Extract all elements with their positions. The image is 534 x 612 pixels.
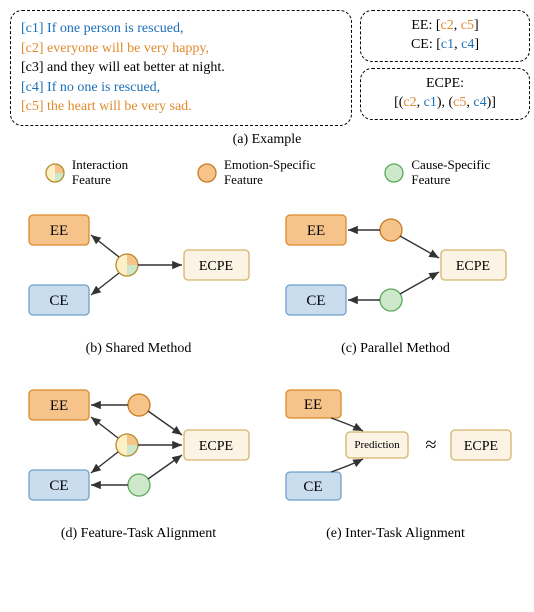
ecpe-label: ECPE	[198, 439, 232, 454]
ecpe-label: ECPE:	[369, 75, 521, 94]
diagram-e: EE CE Prediction ECPE ≈ (e) Inter-Task A…	[267, 375, 524, 552]
interaction-node	[116, 254, 138, 276]
edge-c-ecpe	[400, 272, 439, 294]
clause-2: [c2] everyone will be very happy,	[21, 39, 341, 59]
legend-interaction: InteractionFeature	[44, 158, 128, 188]
ce-label: CE	[49, 293, 68, 309]
edge-i-ee	[91, 235, 119, 257]
example-row: [c1] If one person is rescued, [c2] ever…	[10, 10, 524, 126]
diagram-d-svg: EE CE ECPE	[14, 375, 264, 515]
emotion-feature-icon	[196, 162, 218, 184]
diagram-b: EE CE ECPE (b)	[10, 200, 267, 367]
diagram-e-caption: (e) Inter-Task Alignment	[267, 526, 524, 542]
diagram-c-svg: EE CE ECPE	[271, 200, 521, 330]
ecpe-label: ECPE	[198, 259, 232, 274]
ee-line: EE: [c2, c5]	[369, 17, 521, 36]
ee-label: EE	[306, 223, 324, 239]
ce-label: CE	[303, 479, 322, 495]
edge-c-ecpe	[148, 455, 182, 479]
diagram-e-svg: EE CE Prediction ECPE ≈	[271, 375, 521, 515]
legend: InteractionFeature Emotion-SpecificFeatu…	[10, 158, 524, 188]
clause-3: [c3] and they will eat better at night.	[21, 58, 341, 78]
ce-label: CE	[306, 293, 325, 309]
diagram-b-caption: (b) Shared Method	[10, 341, 267, 357]
edge-i-ee	[91, 417, 118, 438]
interaction-feature-icon	[44, 162, 66, 184]
legend-cause-label: Cause-SpecificFeature	[411, 158, 490, 188]
legend-interaction-label: InteractionFeature	[72, 158, 128, 188]
clause-1: [c1] If one person is rescued,	[21, 19, 341, 39]
ecpe-box: ECPE: [(c2, c1), (c5, c4)]	[360, 68, 530, 120]
emotion-node	[128, 394, 150, 416]
interaction-node	[116, 434, 138, 456]
diagram-d: EE CE ECPE	[10, 375, 267, 552]
ee-ce-box: EE: [c2, c5] CE: [c1, c4]	[360, 10, 530, 62]
edge-e-ecpe	[148, 411, 182, 435]
example-clauses-box: [c1] If one person is rescued, [c2] ever…	[10, 10, 352, 126]
clause-4: [c4] If no one is rescued,	[21, 78, 341, 98]
ce-label: CE	[49, 478, 68, 494]
ecpe-label: ECPE	[455, 259, 489, 274]
prediction-label: Prediction	[354, 439, 400, 451]
legend-emotion: Emotion-SpecificFeature	[196, 158, 316, 188]
diagram-b-svg: EE CE ECPE	[14, 200, 264, 330]
ee-label: EE	[49, 223, 67, 239]
edge-ee-pred	[331, 418, 363, 431]
ecpe-label: ECPE	[463, 439, 497, 454]
legend-cause: Cause-SpecificFeature	[383, 158, 490, 188]
approx-icon: ≈	[425, 434, 436, 456]
ee-label: EE	[49, 398, 67, 414]
cause-node	[380, 289, 402, 311]
ce-line: CE: [c1, c4]	[369, 36, 521, 55]
edge-i-ce	[91, 452, 118, 473]
cause-feature-icon	[383, 162, 405, 184]
example-labels-column: EE: [c2, c5] CE: [c1, c4] ECPE: [(c2, c1…	[360, 10, 530, 126]
diagrams-grid: EE CE ECPE (b)	[10, 200, 524, 560]
example-caption: (a) Example	[10, 132, 524, 148]
clause-5: [c5] the heart will be very sad.	[21, 97, 341, 117]
edge-i-ce	[91, 273, 119, 295]
ecpe-pairs: [(c2, c1), (c5, c4)]	[369, 94, 521, 113]
diagram-c: EE CE ECPE (c) Parallel Method	[267, 200, 524, 367]
edge-ce-pred	[331, 459, 363, 472]
edge-e-ecpe	[400, 236, 439, 258]
emotion-node	[380, 219, 402, 241]
diagram-c-caption: (c) Parallel Method	[267, 341, 524, 357]
legend-emotion-label: Emotion-SpecificFeature	[224, 158, 316, 188]
cause-node	[128, 474, 150, 496]
diagram-d-caption: (d) Feature-Task Alignment	[10, 526, 267, 542]
ee-label: EE	[303, 397, 321, 413]
